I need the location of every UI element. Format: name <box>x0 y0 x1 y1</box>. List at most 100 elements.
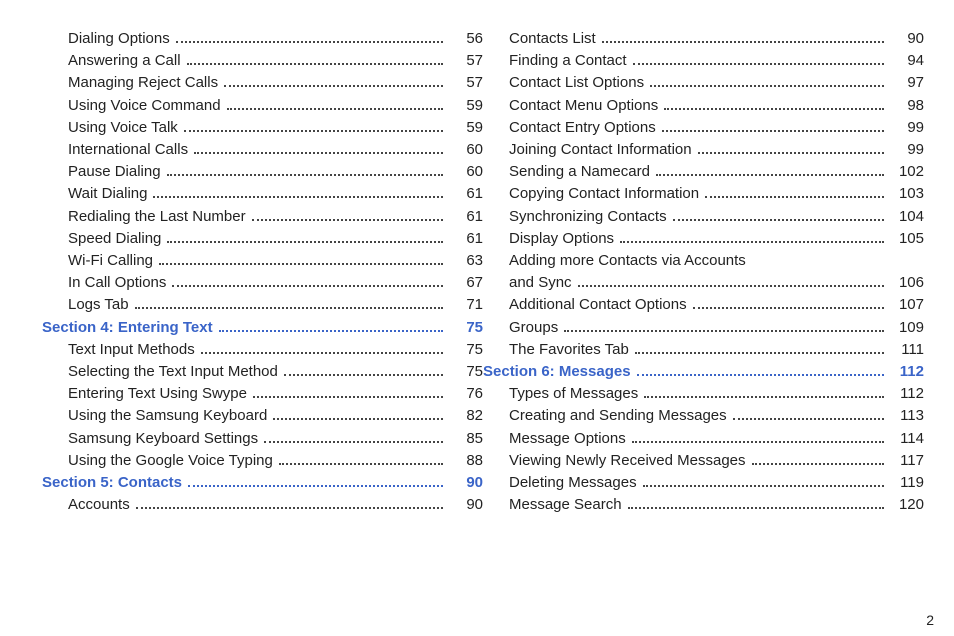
leader-dots <box>602 32 884 43</box>
toc-entry: Viewing Newly Received Messages117 <box>509 450 924 472</box>
entry-title: Using Voice Talk <box>68 117 178 139</box>
leader-dots <box>184 121 443 132</box>
page-ref: 75 <box>449 361 483 383</box>
leader-dots <box>643 476 884 487</box>
entry-title: Accounts <box>68 494 130 516</box>
entry-title: Display Options <box>509 228 614 250</box>
toc-entry: Wait Dialing 61 <box>68 183 483 205</box>
page-ref: 107 <box>890 294 924 316</box>
toc-entry: Message Options114 <box>509 428 924 450</box>
toc-entry: International Calls 60 <box>68 139 483 161</box>
entry-title: Contact Menu Options <box>509 95 658 117</box>
page-ref: 61 <box>449 206 483 228</box>
page-ref: 75 <box>449 339 483 361</box>
entry-title: Using the Samsung Keyboard <box>68 405 267 427</box>
leader-dots <box>664 99 884 110</box>
page-ref: 60 <box>449 139 483 161</box>
leader-dots <box>564 321 884 332</box>
leader-dots <box>698 143 884 154</box>
leader-dots <box>279 454 443 465</box>
entry-title: Deleting Messages <box>509 472 637 494</box>
entry-title-continuation: and Sync <box>509 272 572 294</box>
toc-entry: Copying Contact Information103 <box>509 183 924 205</box>
toc-entry: Answering a Call57 <box>68 50 483 72</box>
toc-section-heading: Section 4: Entering Text 75 <box>42 317 483 339</box>
leader-dots <box>188 476 443 487</box>
entry-title: Redialing the Last Number <box>68 206 246 228</box>
page-ref: 113 <box>890 405 924 427</box>
leader-dots <box>153 187 443 198</box>
entry-title: International Calls <box>68 139 188 161</box>
leader-dots <box>159 254 443 265</box>
entry-title: Contact Entry Options <box>509 117 656 139</box>
entry-title: Pause Dialing <box>68 161 161 183</box>
toc-entry: Text Input Methods75 <box>68 339 483 361</box>
page-ref: 88 <box>449 450 483 472</box>
toc-entry: Selecting the Text Input Method 75 <box>68 361 483 383</box>
leader-dots <box>227 99 443 110</box>
toc-entry: Managing Reject Calls 57 <box>68 72 483 94</box>
page-ref: 112 <box>890 383 924 405</box>
page-ref: 85 <box>449 428 483 450</box>
toc-entry: Contact List Options 97 <box>509 72 924 94</box>
page-ref: 75 <box>449 317 483 339</box>
toc-entry: and Sync106 <box>509 272 924 294</box>
page-ref: 57 <box>449 72 483 94</box>
toc-entry: Message Search120 <box>509 494 924 516</box>
leader-dots <box>662 121 884 132</box>
toc-entry: Groups109 <box>509 317 924 339</box>
leader-dots <box>224 76 443 87</box>
entry-title: Selecting the Text Input Method <box>68 361 278 383</box>
toc-entry: Adding more Contacts via Accounts <box>509 250 924 272</box>
leader-dots <box>172 276 443 287</box>
entry-title: Entering Text Using Swype <box>68 383 247 405</box>
leader-dots <box>252 210 443 221</box>
entry-title: Joining Contact Information <box>509 139 692 161</box>
leader-dots <box>656 165 884 176</box>
section-title: Section 6: Messages <box>483 361 631 383</box>
leader-dots <box>264 432 443 443</box>
leader-dots <box>650 76 884 87</box>
leader-dots <box>167 165 443 176</box>
page-ref: 97 <box>890 72 924 94</box>
leader-dots <box>637 365 884 376</box>
toc-entry: Dialing Options56 <box>68 28 483 50</box>
toc-entry: Entering Text Using Swype76 <box>68 383 483 405</box>
entry-title: Dialing Options <box>68 28 170 50</box>
page-ref: 103 <box>890 183 924 205</box>
section-title: Section 4: Entering Text <box>42 317 213 339</box>
toc-entry: Creating and Sending Messages113 <box>509 405 924 427</box>
entry-title: Contact List Options <box>509 72 644 94</box>
toc-entry: Using the Google Voice Typing88 <box>68 450 483 472</box>
leader-dots <box>187 54 443 65</box>
entry-title: Message Search <box>509 494 622 516</box>
page-ref: 61 <box>449 183 483 205</box>
leader-dots <box>632 432 884 443</box>
entry-title: Contacts List <box>509 28 596 50</box>
section-title: Section 5: Contacts <box>42 472 182 494</box>
page-ref: 90 <box>449 472 483 494</box>
leader-dots <box>176 32 443 43</box>
page-ref: 99 <box>890 117 924 139</box>
page-ref: 94 <box>890 50 924 72</box>
page-ref: 90 <box>890 28 924 50</box>
toc-entry: Using the Samsung Keyboard82 <box>68 405 483 427</box>
toc-entry: Pause Dialing60 <box>68 161 483 183</box>
leader-dots <box>628 498 884 509</box>
leader-dots <box>705 187 884 198</box>
leader-dots <box>135 298 443 309</box>
entry-title: Speed Dialing <box>68 228 161 250</box>
page-ref: 71 <box>449 294 483 316</box>
entry-title: Wait Dialing <box>68 183 147 205</box>
page-ref: 111 <box>890 339 924 361</box>
leader-dots <box>578 276 884 287</box>
entry-title: The Favorites Tab <box>509 339 629 361</box>
leader-dots <box>620 232 884 243</box>
page-ref: 104 <box>890 206 924 228</box>
leader-dots <box>733 409 884 420</box>
page-ref: 67 <box>449 272 483 294</box>
toc-entry: Types of Messages112 <box>509 383 924 405</box>
entry-title: Managing Reject Calls <box>68 72 218 94</box>
page-ref: 99 <box>890 139 924 161</box>
toc-left-column: Dialing Options56Answering a Call57Manag… <box>68 28 483 626</box>
